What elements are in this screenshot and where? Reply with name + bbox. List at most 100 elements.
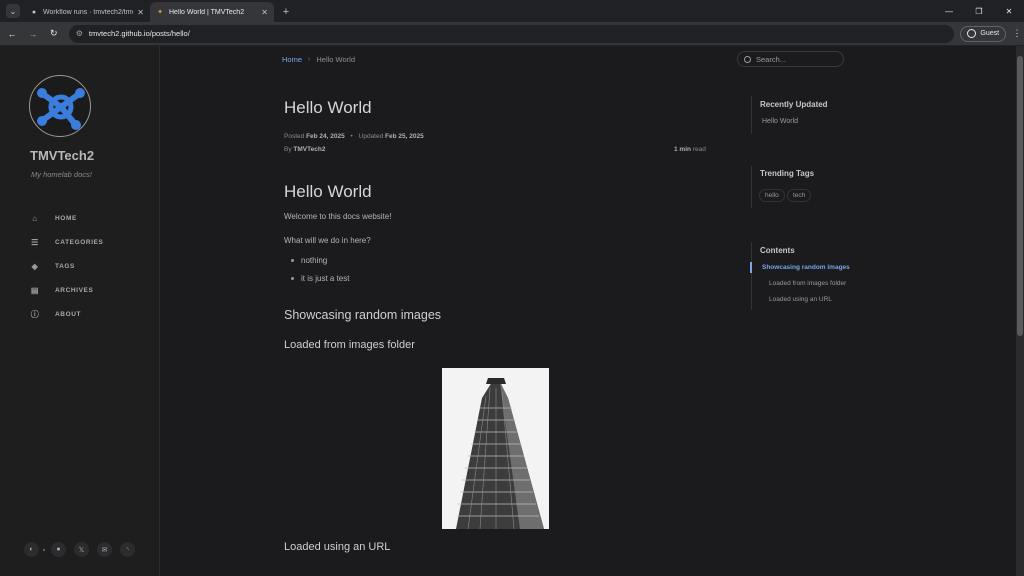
browser-menu-icon[interactable]: ⋮ <box>1010 28 1024 39</box>
page-viewport: TMVTech2 My homelab docs! ⌂ HOME ☰ CATEG… <box>0 46 1016 576</box>
window-controls: — ❐ ✕ <box>934 0 1024 22</box>
sidebar-item-label: ARCHIVES <box>55 286 94 294</box>
content-heading-1: Hello World <box>284 182 372 201</box>
sidebar-item-about[interactable]: ⓘ ABOUT <box>30 302 104 326</box>
theme-toggle-icon[interactable]: ◐ <box>24 542 39 557</box>
content-heading-2: Showcasing random images <box>284 308 442 322</box>
breadcrumb: Home › Hello World <box>282 55 355 64</box>
sidebar-footer: ◐ ● 𝕏 ✉ ◝ <box>24 542 143 557</box>
breadcrumb-current: Hello World <box>316 55 355 64</box>
toc-item-images-folder[interactable]: Loaded from images folder <box>769 280 846 287</box>
profile-icon <box>967 29 977 38</box>
building-photo-icon <box>442 368 549 529</box>
chevron-down-icon: ⌄ <box>9 6 17 16</box>
reload-button[interactable]: ↻ <box>45 25 63 43</box>
x-twitter-icon[interactable]: 𝕏 <box>74 542 89 557</box>
tab-title: Workflow runs · tmvtech2/tmvtech2 <box>43 8 133 16</box>
trending-tags-title: Trending Tags <box>760 169 815 178</box>
close-tab-icon[interactable]: ✕ <box>137 8 144 17</box>
toc-item-url[interactable]: Loaded using an URL <box>769 296 832 303</box>
tab-title: Hello World | TMVTech2 <box>169 8 245 16</box>
site-favicon-icon: ✦ <box>157 9 163 16</box>
posted-date: Feb 24, 2025 <box>306 133 345 140</box>
meta-separator: • <box>350 133 353 140</box>
archive-icon: ▤ <box>30 285 40 295</box>
toc-active-marker <box>750 262 752 273</box>
browser-tab-hello[interactable]: ✦ Hello World | TMVTech2 ✕ <box>150 2 274 22</box>
list-item: nothing <box>291 256 714 274</box>
author-link[interactable]: TMVTech2 <box>293 146 325 153</box>
post-title: Hello World <box>284 98 372 117</box>
site-info-icon[interactable]: ⚙ <box>76 29 83 38</box>
site-avatar[interactable] <box>29 75 91 137</box>
sidebar-item-label: CATEGORIES <box>55 238 104 246</box>
sidebar-item-label: TAGS <box>55 262 75 270</box>
post-author: By TMVTech2 <box>284 146 325 153</box>
tag-hello[interactable]: hello <box>759 189 785 202</box>
read-time-value: 1 min <box>674 146 691 153</box>
minimize-icon[interactable]: — <box>934 7 964 16</box>
sidebar-item-label: HOME <box>55 214 77 222</box>
list-item: it is just a test <box>291 274 714 292</box>
rss-icon[interactable]: ◝ <box>120 542 135 557</box>
content-paragraph: Welcome to this docs website! <box>284 212 392 221</box>
close-tab-icon[interactable]: ✕ <box>261 8 268 17</box>
search-input[interactable]: Search... <box>737 51 844 67</box>
url-text: tmvtech2.github.io/posts/hello/ <box>88 29 190 38</box>
by-label: By <box>284 146 292 153</box>
read-time: 1 min read <box>674 146 706 153</box>
restore-icon[interactable]: ❐ <box>964 7 994 16</box>
sidebar-item-archives[interactable]: ▤ ARCHIVES <box>30 278 104 302</box>
tab-search-button[interactable]: ⌄ <box>6 4 20 18</box>
breadcrumb-separator-icon: › <box>308 56 311 63</box>
recently-updated-link[interactable]: Hello World <box>762 118 798 125</box>
toc-item-showcasing[interactable]: Showcasing random images <box>762 264 850 271</box>
profile-label: Guest <box>980 30 1000 37</box>
flatiron-building-image[interactable] <box>442 368 549 529</box>
site-subtitle: My homelab docs! <box>31 170 92 179</box>
contents-title: Contents <box>760 246 795 255</box>
recently-updated-title: Recently Updated <box>760 100 828 109</box>
github-icon[interactable]: ● <box>51 542 66 557</box>
github-icon: ● <box>31 8 37 16</box>
browser-toolbar: ← → ↻ ⚙ tmvtech2.github.io/posts/hello/ … <box>0 22 1024 46</box>
list-icon: ☰ <box>31 237 39 247</box>
content-list: nothing it is just a test <box>284 256 714 292</box>
sidebar-item-tags[interactable]: ◈ TAGS <box>30 254 104 278</box>
email-icon[interactable]: ✉ <box>97 542 112 557</box>
panel-divider <box>751 242 752 310</box>
address-bar[interactable]: ⚙ tmvtech2.github.io/posts/hello/ <box>68 24 955 43</box>
home-icon: ⌂ <box>32 213 38 223</box>
forward-button[interactable]: → <box>24 25 42 43</box>
search-icon <box>744 55 751 63</box>
sidebar-nav: ⌂ HOME ☰ CATEGORIES ◈ TAGS ▤ ARCHIVES ⓘ … <box>30 206 104 326</box>
profile-button[interactable]: Guest <box>960 25 1007 42</box>
search-placeholder: Search... <box>756 54 787 64</box>
tag-tech[interactable]: tech <box>787 189 812 202</box>
sidebar-item-label: ABOUT <box>55 310 82 318</box>
back-button[interactable]: ← <box>3 25 21 43</box>
panel-divider <box>751 96 752 134</box>
updated-date: Feb 25, 2025 <box>385 133 424 140</box>
site-title[interactable]: TMVTech2 <box>30 148 94 163</box>
new-tab-button[interactable]: + <box>278 4 294 20</box>
content-heading-3: Loaded from images folder <box>284 339 415 351</box>
browser-tab-bar: ⌄ ● Workflow runs · tmvtech2/tmvtech2 ✕ … <box>0 0 1024 22</box>
info-icon: ⓘ <box>30 309 40 319</box>
content-paragraph: What will we do in here? <box>284 236 371 245</box>
arrow-left-icon: ← <box>7 28 17 39</box>
reload-icon: ↻ <box>49 28 58 38</box>
sidebar-item-home[interactable]: ⌂ HOME <box>30 206 104 230</box>
read-time-label: read <box>692 146 706 153</box>
hub-logo-icon <box>37 88 85 130</box>
post-dates: Posted Feb 24, 2025 • Updated Feb 25, 20… <box>284 133 424 140</box>
close-window-icon[interactable]: ✕ <box>994 7 1024 16</box>
content-heading-3: Loaded using an URL <box>284 541 391 553</box>
arrow-right-icon: → <box>28 28 38 39</box>
scrollbar-thumb[interactable] <box>1017 56 1023 336</box>
breadcrumb-home-link[interactable]: Home <box>282 55 302 64</box>
browser-tab-workflow[interactable]: ● Workflow runs · tmvtech2/tmvtech2 ✕ <box>24 2 150 22</box>
tags-icon: ◈ <box>31 261 39 271</box>
sidebar-item-categories[interactable]: ☰ CATEGORIES <box>30 230 104 254</box>
sidebar: TMVTech2 My homelab docs! ⌂ HOME ☰ CATEG… <box>0 46 160 576</box>
